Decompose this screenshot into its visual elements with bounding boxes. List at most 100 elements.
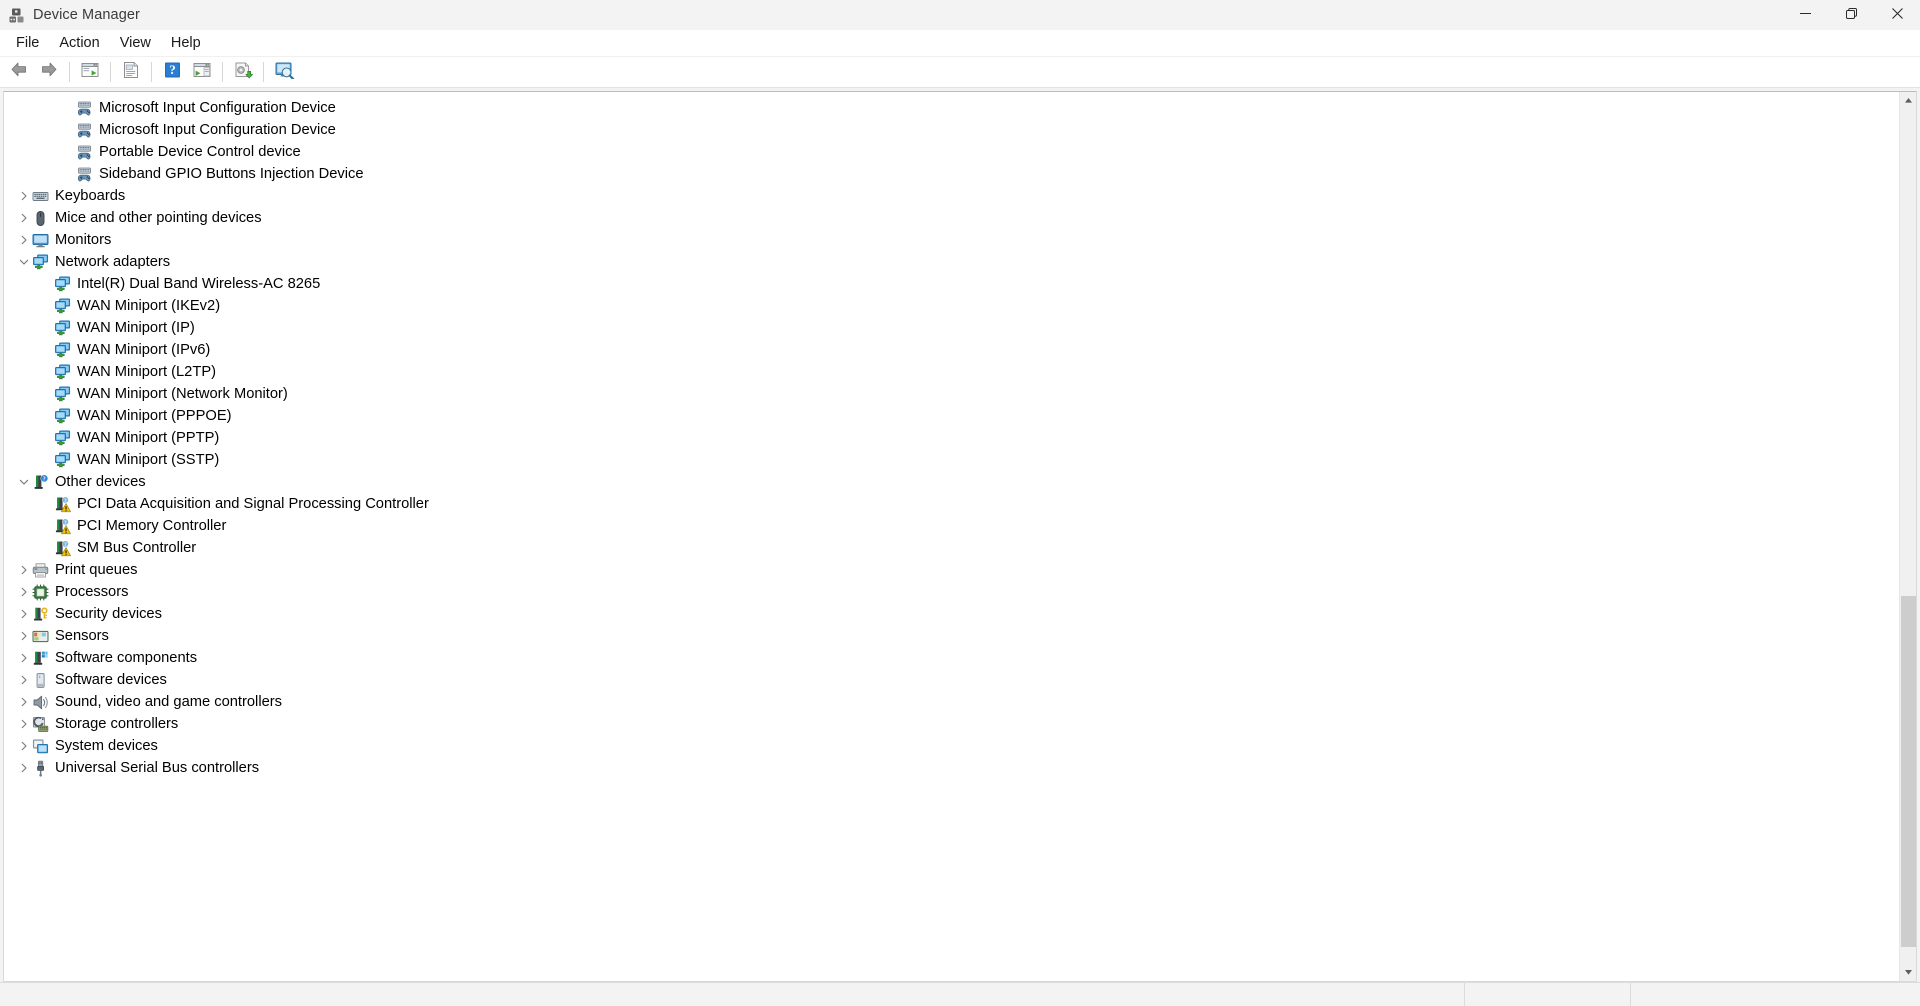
tree-item[interactable]: Software components (4, 647, 1899, 669)
chevron-down-icon[interactable] (16, 474, 32, 490)
tree-item[interactable]: WAN Miniport (IP) (4, 317, 1899, 339)
scroll-down-arrow-icon[interactable] (1900, 964, 1916, 981)
show-hide-console-tree-button[interactable] (76, 59, 104, 85)
forward-button[interactable] (35, 59, 63, 85)
tree-item[interactable]: Security devices (4, 603, 1899, 625)
properties-button[interactable] (117, 59, 145, 85)
chevron-right-icon[interactable] (16, 650, 32, 666)
system-device-icon (32, 738, 49, 755)
tree-item[interactable]: Universal Serial Bus controllers (4, 757, 1899, 779)
chevron-right-icon[interactable] (16, 694, 32, 710)
toolbar: ? (0, 57, 1920, 88)
tree-item-label: SM Bus Controller (77, 540, 197, 556)
chevron-right-icon[interactable] (16, 584, 32, 600)
tree-item[interactable]: WAN Miniport (Network Monitor) (4, 383, 1899, 405)
tree-item[interactable]: Sideband GPIO Buttons Injection Device (4, 163, 1899, 185)
usb-controller-icon (32, 760, 49, 777)
chevron-right-icon[interactable] (16, 760, 32, 776)
tree-item[interactable]: Print queues (4, 559, 1899, 581)
vertical-scrollbar[interactable] (1899, 92, 1916, 981)
tree-item[interactable]: WAN Miniport (IPv6) (4, 339, 1899, 361)
tree-item[interactable]: Mice and other pointing devices (4, 207, 1899, 229)
network-adapter-icon (54, 276, 71, 293)
maximize-button[interactable] (1828, 0, 1874, 30)
action-pane-icon (192, 61, 212, 84)
tree-item[interactable]: Intel(R) Dual Band Wireless-AC 8265 (4, 273, 1899, 295)
tree-item[interactable]: Portable Device Control device (4, 141, 1899, 163)
chevron-right-icon[interactable] (16, 672, 32, 688)
network-adapter-icon (54, 408, 71, 425)
tree-item-label: System devices (55, 738, 158, 754)
tree-item-label: Microsoft Input Configuration Device (99, 122, 336, 138)
device-tree[interactable]: Microsoft Input Configuration Device Mic… (4, 92, 1899, 981)
tree-item[interactable]: ? PCI Data Acquisition and Signal Proces… (4, 493, 1899, 515)
title-bar: Device Manager (0, 0, 1920, 30)
menu-action[interactable]: Action (49, 31, 109, 56)
tree-item[interactable]: Monitors (4, 229, 1899, 251)
close-button[interactable] (1874, 0, 1920, 30)
tree-item[interactable]: ? Other devices (4, 471, 1899, 493)
keyboard-icon (32, 188, 49, 205)
scan-for-hardware-changes-button[interactable] (270, 59, 298, 85)
unknown-device-warning-icon: ? (54, 518, 71, 535)
tree-item[interactable]: ? SM Bus Controller (4, 537, 1899, 559)
chevron-right-icon[interactable] (16, 716, 32, 732)
tree-item[interactable]: WAN Miniport (SSTP) (4, 449, 1899, 471)
back-button[interactable] (5, 59, 33, 85)
status-cell-3 (1630, 983, 1920, 1006)
show-hide-action-pane-button[interactable] (188, 59, 216, 85)
chevron-right-icon[interactable] (16, 188, 32, 204)
chevron-right-icon[interactable] (16, 738, 32, 754)
tree-item[interactable]: Microsoft Input Configuration Device (4, 97, 1899, 119)
scroll-up-arrow-icon[interactable] (1900, 92, 1916, 109)
network-adapter-icon (54, 386, 71, 403)
minimize-button[interactable] (1782, 0, 1828, 30)
software-device-icon (32, 672, 49, 689)
tree-item[interactable]: Microsoft Input Configuration Device (4, 119, 1899, 141)
chevron-right-icon[interactable] (16, 628, 32, 644)
chevron-right-icon[interactable] (16, 562, 32, 578)
tree-item[interactable]: ? PCI Memory Controller (4, 515, 1899, 537)
network-adapter-icon (54, 320, 71, 337)
menu-file[interactable]: File (6, 31, 49, 56)
tree-item[interactable]: WAN Miniport (PPTP) (4, 427, 1899, 449)
menu-help[interactable]: Help (161, 31, 211, 56)
forward-arrow-icon (39, 61, 59, 84)
tree-item[interactable]: WAN Miniport (L2TP) (4, 361, 1899, 383)
update-driver-icon (233, 61, 254, 84)
status-cell-2 (1464, 983, 1630, 1006)
tree-item[interactable]: Sound, video and game controllers (4, 691, 1899, 713)
toolbar-separator-3 (151, 62, 152, 82)
storage-controller-icon (32, 716, 49, 733)
tree-item[interactable]: WAN Miniport (PPPOE) (4, 405, 1899, 427)
update-driver-button[interactable] (229, 59, 257, 85)
chevron-right-icon[interactable] (16, 606, 32, 622)
tree-item-label: WAN Miniport (PPPOE) (77, 408, 232, 424)
tree-item[interactable]: Processors (4, 581, 1899, 603)
tree-item-label: WAN Miniport (IKEv2) (77, 298, 221, 314)
tree-item[interactable]: Software devices (4, 669, 1899, 691)
tree-item-label: WAN Miniport (SSTP) (77, 452, 220, 468)
chevron-down-icon[interactable] (16, 254, 32, 270)
chevron-right-icon[interactable] (16, 232, 32, 248)
chevron-right-icon[interactable] (16, 210, 32, 226)
tree-item[interactable]: System devices (4, 735, 1899, 757)
tree-item[interactable]: WAN Miniport (IKEv2) (4, 295, 1899, 317)
toolbar-separator-4 (222, 62, 223, 82)
tree-item-label: Keyboards (55, 188, 126, 204)
minimize-icon (1799, 6, 1811, 24)
tree-item[interactable]: Network adapters (4, 251, 1899, 273)
help-button[interactable]: ? (158, 59, 186, 85)
svg-text:?: ? (64, 497, 67, 503)
tree-item[interactable]: Keyboards (4, 185, 1899, 207)
tree-item[interactable]: Sensors (4, 625, 1899, 647)
tree-item[interactable]: Storage controllers (4, 713, 1899, 735)
scrollbar-thumb[interactable] (1901, 596, 1916, 947)
sensor-icon (32, 628, 49, 645)
menu-view[interactable]: View (110, 31, 161, 56)
